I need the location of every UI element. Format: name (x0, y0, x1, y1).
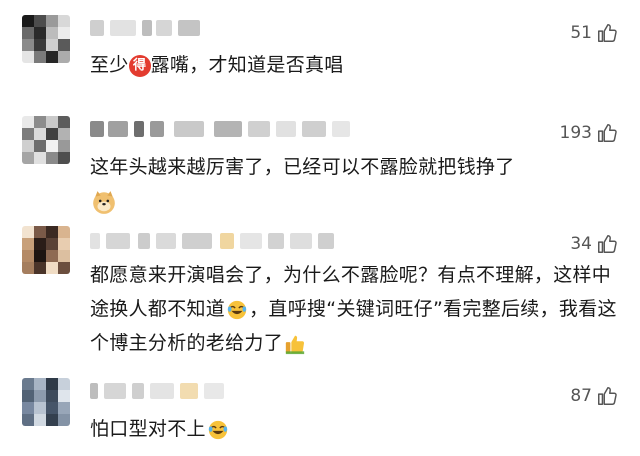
avatar-mosaic-cell (34, 51, 46, 63)
avatar-mosaic-cell (46, 15, 58, 27)
avatar-mosaic-cell (34, 128, 46, 140)
avatar-mosaic-cell (46, 402, 58, 414)
avatar-mosaic-cell (46, 152, 58, 164)
avatar-mosaic-cell (22, 262, 34, 274)
avatar-mosaic-cell (34, 238, 46, 250)
avatar-mosaic-cell (58, 262, 70, 274)
avatar-mosaic-cell (58, 116, 70, 128)
thumbs-up-icon (598, 387, 617, 405)
laugh-cry-emoji (208, 420, 227, 439)
avatar-mosaic-cell (58, 414, 70, 426)
avatar-mosaic-cell (58, 250, 70, 262)
avatar-mosaic-cell (34, 390, 46, 402)
like-button[interactable]: 51 (570, 22, 618, 44)
avatar-mosaic-cell (46, 414, 58, 426)
comment-text: 这年头越来越厉害了，已经可以不露脸就把钱挣了 (90, 150, 618, 218)
avatar-mosaic-cell (22, 27, 34, 39)
avatar-mosaic-cell (34, 152, 46, 164)
avatar-mosaic-cell (46, 39, 58, 51)
avatar-mosaic-cell (34, 262, 46, 274)
avatar-mosaic-cell (46, 390, 58, 402)
laugh-cry-emoji (227, 300, 247, 319)
comment-text: 怕口型对不上 (90, 412, 618, 446)
avatar-mosaic-cell (58, 140, 70, 152)
avatar-mosaic-cell (46, 262, 58, 274)
avatar-mosaic-cell (34, 15, 46, 27)
avatar-mosaic-cell (58, 226, 70, 238)
avatar[interactable] (22, 226, 70, 274)
thumbs-up-icon (598, 235, 617, 253)
avatar-mosaic-cell (22, 378, 34, 390)
avatar-mosaic-cell (22, 128, 34, 140)
avatar[interactable] (22, 378, 70, 426)
like-button[interactable]: 87 (570, 385, 618, 407)
like-count: 87 (570, 386, 592, 406)
de-badge-icon: 得 (128, 54, 151, 77)
avatar-mosaic-cell (34, 27, 46, 39)
avatar-mosaic-cell (46, 250, 58, 262)
like-count: 193 (559, 123, 592, 143)
thumbs-up-icon (598, 24, 617, 42)
avatar-mosaic-cell (58, 51, 70, 63)
avatar-mosaic-cell (58, 152, 70, 164)
avatar-mosaic-cell (22, 140, 34, 152)
doge-emoji (93, 190, 115, 214)
avatar-mosaic-cell (46, 128, 58, 140)
avatar-mosaic-cell (34, 116, 46, 128)
avatar-mosaic-cell (58, 402, 70, 414)
thumbs-up-icon (598, 124, 617, 142)
avatar-mosaic-cell (22, 116, 34, 128)
avatar-mosaic-cell (34, 140, 46, 152)
avatar-mosaic-cell (22, 250, 34, 262)
avatar-mosaic-cell (46, 116, 58, 128)
avatar-mosaic-cell (34, 250, 46, 262)
avatar-mosaic-cell (58, 15, 70, 27)
avatar-mosaic-cell (22, 414, 34, 426)
avatar-mosaic-cell (58, 27, 70, 39)
avatar-mosaic-cell (46, 51, 58, 63)
avatar-mosaic-cell (58, 390, 70, 402)
avatar-mosaic-cell (34, 414, 46, 426)
like-count: 34 (570, 234, 592, 254)
comment-text: 至少得露嘴，才知道是否真唱 (90, 54, 344, 77)
avatar-mosaic-cell (34, 226, 46, 238)
avatar-mosaic-cell (58, 378, 70, 390)
avatar-mosaic-cell (34, 402, 46, 414)
avatar-mosaic-cell (46, 238, 58, 250)
avatar-mosaic-cell (22, 39, 34, 51)
avatar-mosaic-cell (22, 238, 34, 250)
avatar-mosaic-cell (58, 39, 70, 51)
avatar-mosaic-cell (58, 238, 70, 250)
avatar-mosaic-cell (22, 152, 34, 164)
avatar-mosaic-cell (34, 378, 46, 390)
like-count: 51 (570, 23, 592, 43)
avatar-mosaic-cell (22, 15, 34, 27)
avatar-mosaic-cell (22, 226, 34, 238)
avatar-mosaic-cell (46, 27, 58, 39)
avatar[interactable] (22, 116, 70, 164)
like-button[interactable]: 193 (560, 122, 618, 144)
avatar-mosaic-cell (34, 39, 46, 51)
avatar-mosaic-cell (22, 402, 34, 414)
avatar-mosaic-cell (22, 390, 34, 402)
avatar-mosaic-cell (58, 128, 70, 140)
comment-text: 都愿意来开演唱会了，为什么不露脸呢？有点不理解，这样中途换人都不知道 ，直呼搜“… (90, 264, 617, 354)
avatar-mosaic-cell (46, 226, 58, 238)
avatar-mosaic-cell (22, 51, 34, 63)
avatar[interactable] (22, 15, 70, 63)
avatar-mosaic-cell (46, 378, 58, 390)
avatar-mosaic-cell (46, 140, 58, 152)
thumbs-up-emoji (285, 335, 305, 354)
like-button[interactable]: 34 (570, 233, 618, 255)
